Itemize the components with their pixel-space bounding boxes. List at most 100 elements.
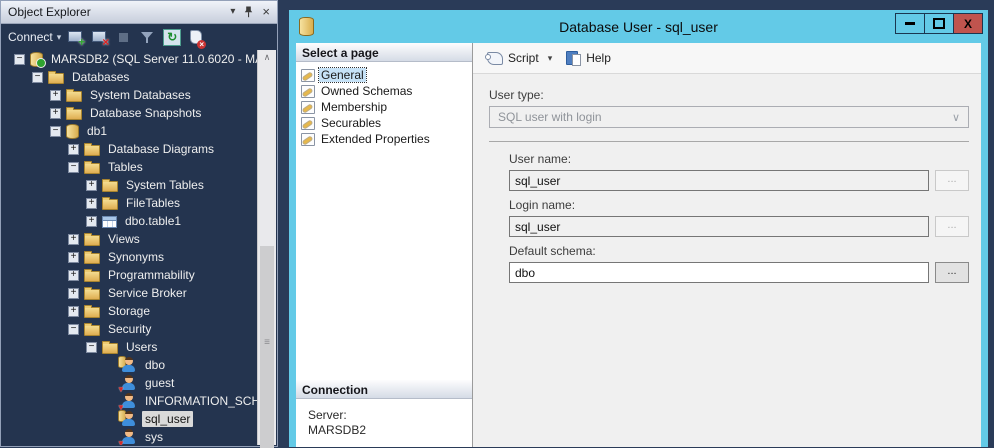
object-explorer-title: Object Explorer xyxy=(8,5,91,19)
page-item-securables[interactable]: Securables xyxy=(301,115,472,131)
default-schema-field[interactable]: dbo xyxy=(509,262,929,283)
tree-scrollbar[interactable]: ∧ ≡ xyxy=(257,50,276,445)
user-db-icon xyxy=(120,411,137,427)
combo-chevron-icon: ∨ xyxy=(952,111,960,124)
expand-icon[interactable]: + xyxy=(68,270,79,281)
tree-item-system-databases[interactable]: + System Databases xyxy=(2,86,258,104)
select-a-page-header: Select a page xyxy=(296,43,472,62)
tree-item-security[interactable]: − Security xyxy=(2,320,258,338)
scroll-up-icon[interactable]: ∧ xyxy=(258,50,276,65)
collapse-icon[interactable]: − xyxy=(86,342,97,353)
tree-item-label: Database Snapshots xyxy=(87,105,204,121)
tree-item-label: System Databases xyxy=(87,87,194,103)
folder-icon xyxy=(66,91,82,102)
tree-item-storage[interactable]: +Storage xyxy=(2,302,258,320)
collapse-icon[interactable]: − xyxy=(32,72,43,83)
server-label: Server: xyxy=(308,408,472,423)
page-properties-icon xyxy=(301,101,315,114)
user-db-icon xyxy=(120,357,137,373)
tree-item-databases[interactable]: −Databases xyxy=(2,68,258,86)
page-item-general[interactable]: General xyxy=(301,67,472,83)
minimize-button[interactable] xyxy=(895,13,925,34)
user-name-browse-button: ... xyxy=(935,170,969,191)
tree-item-label: dbo xyxy=(142,357,168,373)
default-schema-browse-button[interactable]: ... xyxy=(935,262,969,283)
tree-item-label: Tables xyxy=(105,159,146,175)
tree-item-dbo-table1[interactable]: +dbo.table1 xyxy=(2,212,258,230)
folder-icon xyxy=(84,325,100,336)
maximize-button[interactable] xyxy=(924,13,954,34)
page-item-extended-properties[interactable]: Extended Properties xyxy=(301,131,472,147)
stop-icon[interactable] xyxy=(115,29,133,46)
user-type-value: SQL user with login xyxy=(498,110,602,124)
expand-icon[interactable]: + xyxy=(68,306,79,317)
tree-item-system-tables[interactable]: +System Tables xyxy=(2,176,258,194)
tree-item-label: Database Diagrams xyxy=(105,141,217,157)
close-button[interactable]: X xyxy=(953,13,983,34)
expand-icon[interactable]: + xyxy=(68,288,79,299)
dialog-titlebar[interactable]: Database User - sql_user X xyxy=(296,10,981,43)
tree-item-tables[interactable]: − Tables xyxy=(2,158,258,176)
tree-item-label: guest xyxy=(142,375,177,391)
user-disabled-icon: ▼ xyxy=(120,375,137,391)
script-dropdown-icon[interactable]: ▾ xyxy=(548,53,553,64)
pin-icon[interactable] xyxy=(244,6,253,18)
tree-item-information-schema[interactable]: ▼INFORMATION_SCHEMA xyxy=(2,392,258,410)
script-error-icon[interactable] xyxy=(187,29,205,46)
tree-item-users[interactable]: −Users xyxy=(2,338,258,356)
maximize-icon xyxy=(933,18,945,29)
page-item-label: Extended Properties xyxy=(319,132,432,146)
user-type-label: User type: xyxy=(489,88,969,102)
tree-item-database-snapshots[interactable]: + Database Snapshots xyxy=(2,104,258,122)
expand-icon[interactable]: + xyxy=(86,180,97,191)
tree-item-marsdb2-sql-server-11-0-6020-marsd[interactable]: −MARSDB2 (SQL Server 11.0.6020 - MARSD xyxy=(2,50,258,68)
expand-icon[interactable]: + xyxy=(68,252,79,263)
expand-icon[interactable]: + xyxy=(86,216,97,227)
section-separator xyxy=(489,141,969,142)
collapse-icon[interactable]: − xyxy=(50,126,61,137)
tree-item-label: sql_user xyxy=(142,411,193,427)
table-icon xyxy=(102,216,117,228)
script-button[interactable]: Script xyxy=(508,51,539,65)
tree-item-guest[interactable]: ▼ guest xyxy=(2,374,258,392)
expand-icon[interactable]: + xyxy=(68,144,79,155)
expand-icon[interactable]: + xyxy=(50,108,61,119)
tree-item-views[interactable]: + Views xyxy=(2,230,258,248)
tree-item-filetables[interactable]: +FileTables xyxy=(2,194,258,212)
tree-item-db1[interactable]: −db1 xyxy=(2,122,258,140)
expand-icon[interactable]: + xyxy=(68,234,79,245)
tree-item-dbo[interactable]: dbo xyxy=(2,356,258,374)
tree-item-sql-user[interactable]: sql_user xyxy=(2,410,258,428)
folder-icon xyxy=(102,343,118,354)
dialog-title: Database User - sql_user xyxy=(296,19,981,35)
scrollbar-thumb[interactable]: ≡ xyxy=(260,246,274,448)
collapse-icon[interactable]: − xyxy=(68,324,79,335)
tree-item-label: Service Broker xyxy=(105,285,190,301)
tree-item-label: Security xyxy=(105,321,154,337)
connect-button[interactable]: Connect ▾ xyxy=(8,30,61,44)
page-item-label: Owned Schemas xyxy=(319,84,414,98)
collapse-icon[interactable]: − xyxy=(14,54,25,65)
dialog-client-area: Select a page GeneralOwned SchemasMember… xyxy=(296,43,981,447)
page-item-membership[interactable]: Membership xyxy=(301,99,472,115)
connection-info: Server: MARSDB2 Connection: xyxy=(296,399,472,447)
tree-item-sys[interactable]: ▼sys xyxy=(2,428,258,445)
scrollbar-grip-icon: ≡ xyxy=(260,338,274,348)
disconnect-server-icon[interactable] xyxy=(91,29,109,46)
filter-icon[interactable] xyxy=(139,29,157,46)
connect-server-icon[interactable] xyxy=(67,29,85,46)
window-position-dropdown-icon[interactable]: ▾ xyxy=(230,7,235,17)
tree-item-database-diagrams[interactable]: + Database Diagrams xyxy=(2,140,258,158)
expand-icon[interactable]: + xyxy=(50,90,61,101)
collapse-icon[interactable]: − xyxy=(68,162,79,173)
tree-item-label: Views xyxy=(105,231,143,247)
close-panel-icon[interactable]: × xyxy=(262,7,270,17)
page-item-owned-schemas[interactable]: Owned Schemas xyxy=(301,83,472,99)
pages-list: GeneralOwned SchemasMembershipSecurables… xyxy=(296,62,472,147)
tree-item-programmability[interactable]: +Programmability xyxy=(2,266,258,284)
tree-item-service-broker[interactable]: + Service Broker xyxy=(2,284,258,302)
tree-item-synonyms[interactable]: +Synonyms xyxy=(2,248,258,266)
refresh-icon[interactable] xyxy=(163,29,181,46)
expand-icon[interactable]: + xyxy=(86,198,97,209)
help-button[interactable]: Help xyxy=(586,51,611,65)
